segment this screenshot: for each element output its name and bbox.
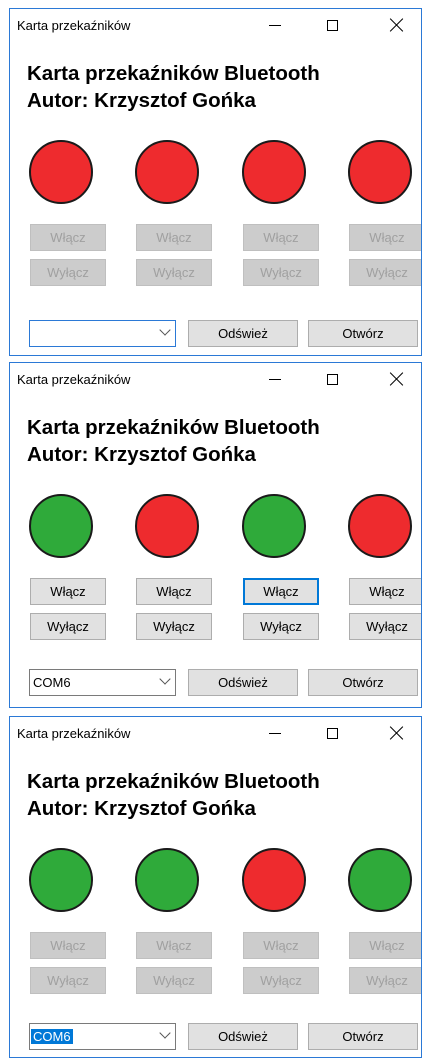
relay-3-indicator [242,848,306,912]
maximize-icon [327,19,338,31]
relay-2-indicator [135,848,199,912]
minimize-icon [268,378,281,380]
relay-3-off-button[interactable]: Wyłącz [243,967,319,994]
port-select-value: COM6 [33,675,71,690]
relay-3-on-button[interactable]: Włącz [243,932,319,959]
relay-4-off-button[interactable]: Wyłącz [349,259,421,286]
minimize-button[interactable] [252,363,297,395]
relay-2-on-button[interactable]: Włącz [136,578,212,605]
relay-window-1: Karta przekaźników Karta przekaźników Bl… [9,8,422,356]
relay-2-off-button[interactable]: Wyłącz [136,259,212,286]
relay-2-indicator [135,140,199,204]
close-button[interactable] [374,363,419,395]
port-select[interactable]: COM6 [29,1023,176,1050]
close-button[interactable] [374,717,419,749]
app-heading: Karta przekaźników Bluetooth Autor: Krzy… [27,60,320,114]
chevron-down-icon [159,673,171,685]
relay-4-off-button[interactable]: Wyłącz [349,967,421,994]
heading-author: Autor: Krzysztof Gońka [27,89,256,112]
relay-4-on-button[interactable]: Włącz [349,578,421,605]
relay-3-on-button[interactable]: Włącz [243,578,319,605]
app-heading: Karta przekaźników Bluetooth Autor: Krzy… [27,414,320,468]
refresh-button[interactable]: Odśwież [188,1023,298,1050]
relay-2-on-button[interactable]: Włącz [136,224,212,251]
relay-3-indicator [242,140,306,204]
maximize-icon [327,727,338,739]
open-button[interactable]: Otwórz [308,669,418,696]
relay-2-indicator [135,494,199,558]
relay-1-on-button[interactable]: Włącz [30,224,106,251]
relay-4-on-button[interactable]: Włącz [349,932,421,959]
relay-window-2: Karta przekaźników Karta przekaźników Bl… [9,362,422,708]
minimize-icon [268,732,281,734]
maximize-icon [327,373,338,385]
relay-1-indicator [29,494,93,558]
relay-3-on-button[interactable]: Włącz [243,224,319,251]
relay-2-off-button[interactable]: Wyłącz [136,967,212,994]
heading-author: Autor: Krzysztof Gońka [27,443,256,466]
maximize-button[interactable] [310,9,355,41]
relay-1-off-button[interactable]: Wyłącz [30,259,106,286]
port-select[interactable] [29,320,176,347]
port-select-value: COM6 [31,1029,73,1044]
relay-3-indicator [242,494,306,558]
open-button[interactable]: Otwórz [308,320,418,347]
heading-author: Autor: Krzysztof Gońka [27,797,256,820]
relay-4-on-button[interactable]: Włącz [349,224,421,251]
app-heading: Karta przekaźników Bluetooth Autor: Krzy… [27,768,320,822]
relay-1-indicator [29,848,93,912]
title-bar[interactable]: Karta przekaźników [10,717,421,749]
window-title: Karta przekaźników [17,372,131,387]
heading-title: Karta przekaźników Bluetooth [27,770,320,793]
open-button[interactable]: Otwórz [308,1023,418,1050]
heading-title: Karta przekaźników Bluetooth [27,416,320,439]
title-bar[interactable]: Karta przekaźników [10,363,421,395]
close-icon [390,726,404,740]
relay-4-off-button[interactable]: Wyłącz [349,613,421,640]
heading-title: Karta przekaźników Bluetooth [27,62,320,85]
relay-1-off-button[interactable]: Wyłącz [30,967,106,994]
relay-3-off-button[interactable]: Wyłącz [243,259,319,286]
window-title: Karta przekaźników [17,18,131,33]
relay-2-off-button[interactable]: Wyłącz [136,613,212,640]
chevron-down-icon [159,324,171,336]
close-icon [390,18,404,32]
relay-window-3: Karta przekaźników Karta przekaźników Bl… [9,716,422,1058]
window-title: Karta przekaźników [17,726,131,741]
minimize-button[interactable] [252,717,297,749]
relay-1-indicator [29,140,93,204]
chevron-down-icon [159,1027,171,1039]
port-select[interactable]: COM6 [29,669,176,696]
relay-2-on-button[interactable]: Włącz [136,932,212,959]
maximize-button[interactable] [310,363,355,395]
relay-3-off-button[interactable]: Wyłącz [243,613,319,640]
refresh-button[interactable]: Odśwież [188,320,298,347]
relay-1-on-button[interactable]: Włącz [30,932,106,959]
title-bar[interactable]: Karta przekaźników [10,9,421,41]
relay-4-indicator [348,848,412,912]
minimize-button[interactable] [252,9,297,41]
close-button[interactable] [374,9,419,41]
relay-4-indicator [348,494,412,558]
relay-4-indicator [348,140,412,204]
close-icon [390,372,404,386]
relay-1-off-button[interactable]: Wyłącz [30,613,106,640]
refresh-button[interactable]: Odśwież [188,669,298,696]
maximize-button[interactable] [310,717,355,749]
relay-1-on-button[interactable]: Włącz [30,578,106,605]
minimize-icon [268,24,281,26]
